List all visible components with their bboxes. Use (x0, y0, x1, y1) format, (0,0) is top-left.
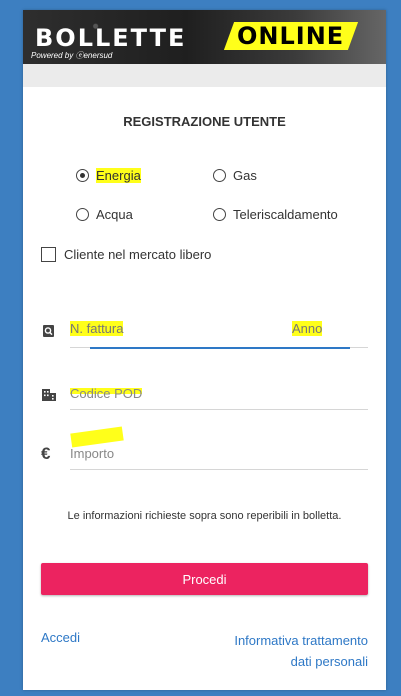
radio-teleriscaldamento[interactable]: Teleriscaldamento (213, 207, 338, 222)
privacy-link-line1: Informativa trattamento (234, 633, 368, 648)
invoice-placeholder: N. fattura (70, 321, 124, 336)
privacy-link-line2: dati personali (290, 654, 368, 669)
radio-label-energia: Energia (96, 168, 141, 183)
building-icon (41, 388, 57, 407)
brand-logo-left: BOLLETTE (35, 24, 187, 52)
euro-icon: € (41, 444, 51, 463)
active-field-underline (90, 347, 350, 349)
login-link[interactable]: Accedi (41, 630, 80, 645)
radio-circle (213, 208, 226, 221)
amount-placeholder: Importo (70, 446, 115, 461)
radio-circle (76, 208, 89, 221)
radio-energia[interactable]: Energia (76, 168, 141, 183)
radio-label-teleriscaldamento: Teleriscaldamento (233, 207, 338, 222)
radio-label-acqua: Acqua (96, 207, 133, 222)
powered-by-label: Powered by ⓔenersud (31, 51, 113, 60)
checkbox-mercato-libero[interactable]: Cliente nel mercato libero (41, 247, 211, 262)
amount-input[interactable]: Importo (70, 446, 114, 461)
year-placeholder: Anno (292, 321, 323, 336)
amount-field-underline (70, 469, 368, 470)
procedi-button[interactable]: Procedi (41, 563, 368, 595)
info-note: Le informazioni richieste sopra sono rep… (67, 510, 342, 522)
radio-gas[interactable]: Gas (213, 168, 257, 183)
privacy-link[interactable]: Informativa trattamento dati personali (234, 630, 368, 672)
checkbox-box (41, 247, 56, 262)
search-document-icon (42, 324, 56, 343)
pod-field-underline (70, 409, 368, 410)
radio-acqua[interactable]: Acqua (76, 207, 133, 222)
registration-card: BOLLETTE ONLINE Powered by ⓔenersud REGI… (23, 10, 386, 690)
pod-code-input[interactable]: Codice POD (70, 386, 143, 401)
invoice-number-input[interactable]: N. fattura (70, 321, 124, 336)
radio-circle (213, 169, 226, 182)
highlight-mark (70, 426, 124, 448)
checkbox-label: Cliente nel mercato libero (64, 247, 212, 262)
radio-circle-selected (76, 169, 89, 182)
radio-label-gas: Gas (233, 168, 257, 183)
header-banner: BOLLETTE ONLINE Powered by ⓔenersud (23, 10, 386, 64)
brand-logo-right: ONLINE (223, 22, 359, 50)
year-input[interactable]: Anno (292, 321, 323, 336)
pod-placeholder: Codice POD (70, 386, 143, 401)
header-band (23, 64, 386, 87)
page-title: REGISTRAZIONE UTENTE (123, 114, 286, 129)
